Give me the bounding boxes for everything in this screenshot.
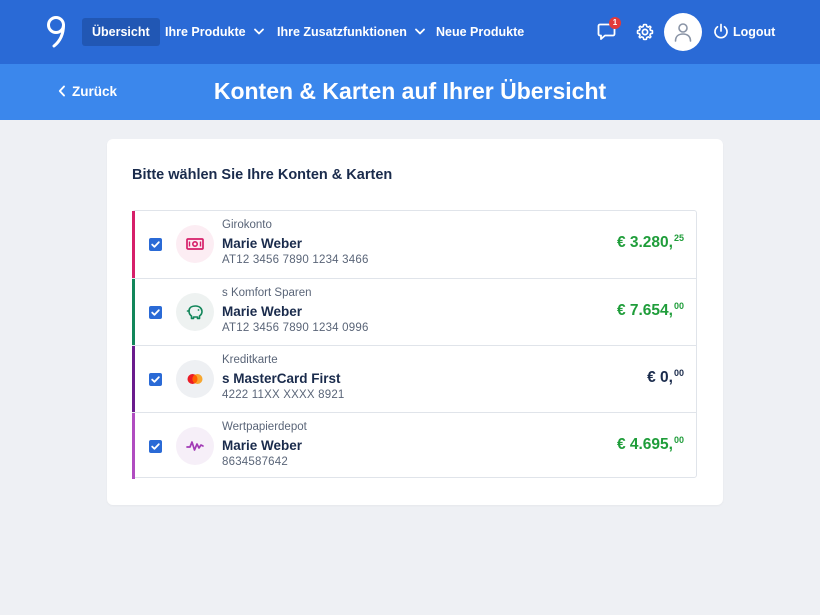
balance-main: € 7.654, (616, 302, 673, 319)
account-row-kreditkarte[interactable]: Kreditkarte s MasterCard First 4222 11XX… (132, 345, 696, 412)
balance-main: € 0, (647, 369, 673, 386)
messages-badge: 1 (609, 17, 621, 29)
account-holder: s MasterCard First (222, 371, 341, 386)
gear-icon[interactable] (636, 23, 654, 41)
account-row-komfort-sparen[interactable]: s Komfort Sparen Marie Weber AT12 3456 7… (132, 278, 696, 345)
logout-label: Logout (733, 25, 776, 39)
account-checkbox[interactable] (149, 238, 162, 251)
nav-item-ihre-zusatzfunktionen[interactable]: Ihre Zusatzfunktionen (277, 18, 426, 46)
account-holder: Marie Weber (222, 236, 303, 251)
checkmark-icon (151, 241, 160, 248)
power-icon (714, 23, 728, 39)
account-type: s Komfort Sparen (222, 287, 312, 299)
account-number: AT12 3456 7890 1234 0996 (222, 322, 369, 334)
balance-cents: 00 (673, 435, 684, 445)
account-checkbox[interactable] (149, 306, 162, 319)
account-color-stripe (132, 346, 135, 412)
nav-item-label: Ihre Zusatzfunktionen (277, 25, 407, 39)
balance-main: € 4.695, (616, 436, 673, 453)
chevron-down-icon (254, 28, 264, 35)
account-color-stripe (132, 413, 135, 479)
logout-button[interactable]: Logout (713, 22, 775, 42)
top-navigation: Übersicht Ihre Produkte Ihre Zusatzfunkt… (0, 0, 820, 64)
account-row-wertpapierdepot[interactable]: Wertpapierdepot Marie Weber 8634587642 €… (132, 412, 696, 479)
account-number: 8634587642 (222, 456, 288, 468)
account-number: AT12 3456 7890 1234 3466 (222, 254, 369, 266)
chevron-down-icon (415, 28, 426, 35)
account-balance: € 4.695,00 (617, 435, 684, 454)
account-number: 4222 11XX XXXX 8921 (222, 389, 345, 401)
account-type: Wertpapierdepot (222, 421, 307, 433)
banknote-icon (176, 225, 214, 263)
user-icon (674, 23, 692, 42)
avatar[interactable] (664, 13, 702, 51)
account-balance: € 7.654,00 (617, 301, 684, 320)
mastercard-icon (176, 360, 214, 398)
account-balance: € 3.280,25 (617, 233, 684, 252)
card-title: Bitte wählen Sie Ihre Konten & Karten (132, 167, 393, 183)
account-holder: Marie Weber (222, 304, 303, 319)
account-checkbox[interactable] (149, 440, 162, 453)
chart-line-icon (176, 427, 214, 465)
nav-item-neue-produkte[interactable]: Neue Produkte (436, 18, 524, 46)
account-list: Girokonto Marie Weber AT12 3456 7890 123… (132, 210, 697, 479)
account-holder: Marie Weber (222, 438, 303, 453)
nav-item-label: Übersicht (92, 25, 150, 39)
balance-cents: 00 (673, 368, 684, 378)
page-title: Konten & Karten auf Ihrer Übersicht (213, 78, 607, 104)
balance-main: € 3.280, (616, 234, 673, 251)
nav-item-label: Ihre Produkte (165, 25, 246, 39)
checkmark-icon (151, 309, 160, 316)
account-color-stripe (132, 279, 135, 345)
checkmark-icon (151, 376, 160, 383)
account-selection-card: Bitte wählen Sie Ihre Konten & Karten Gi… (107, 139, 723, 505)
nav-item-uebersicht[interactable]: Übersicht (82, 18, 160, 46)
balance-cents: 25 (673, 233, 684, 243)
account-checkbox[interactable] (149, 373, 162, 386)
checkmark-icon (151, 443, 160, 450)
account-type: Kreditkarte (222, 354, 278, 366)
nav-item-ihre-produkte[interactable]: Ihre Produkte (165, 18, 264, 46)
balance-cents: 00 (673, 301, 684, 311)
account-row-girokonto[interactable]: Girokonto Marie Weber AT12 3456 7890 123… (132, 211, 696, 278)
nav-item-label: Neue Produkte (436, 25, 525, 39)
account-type: Girokonto (222, 219, 272, 231)
logo-icon[interactable] (44, 14, 68, 50)
account-balance: € 0,00 (647, 368, 684, 387)
piggy-bank-icon (176, 293, 214, 331)
account-color-stripe (132, 211, 135, 278)
